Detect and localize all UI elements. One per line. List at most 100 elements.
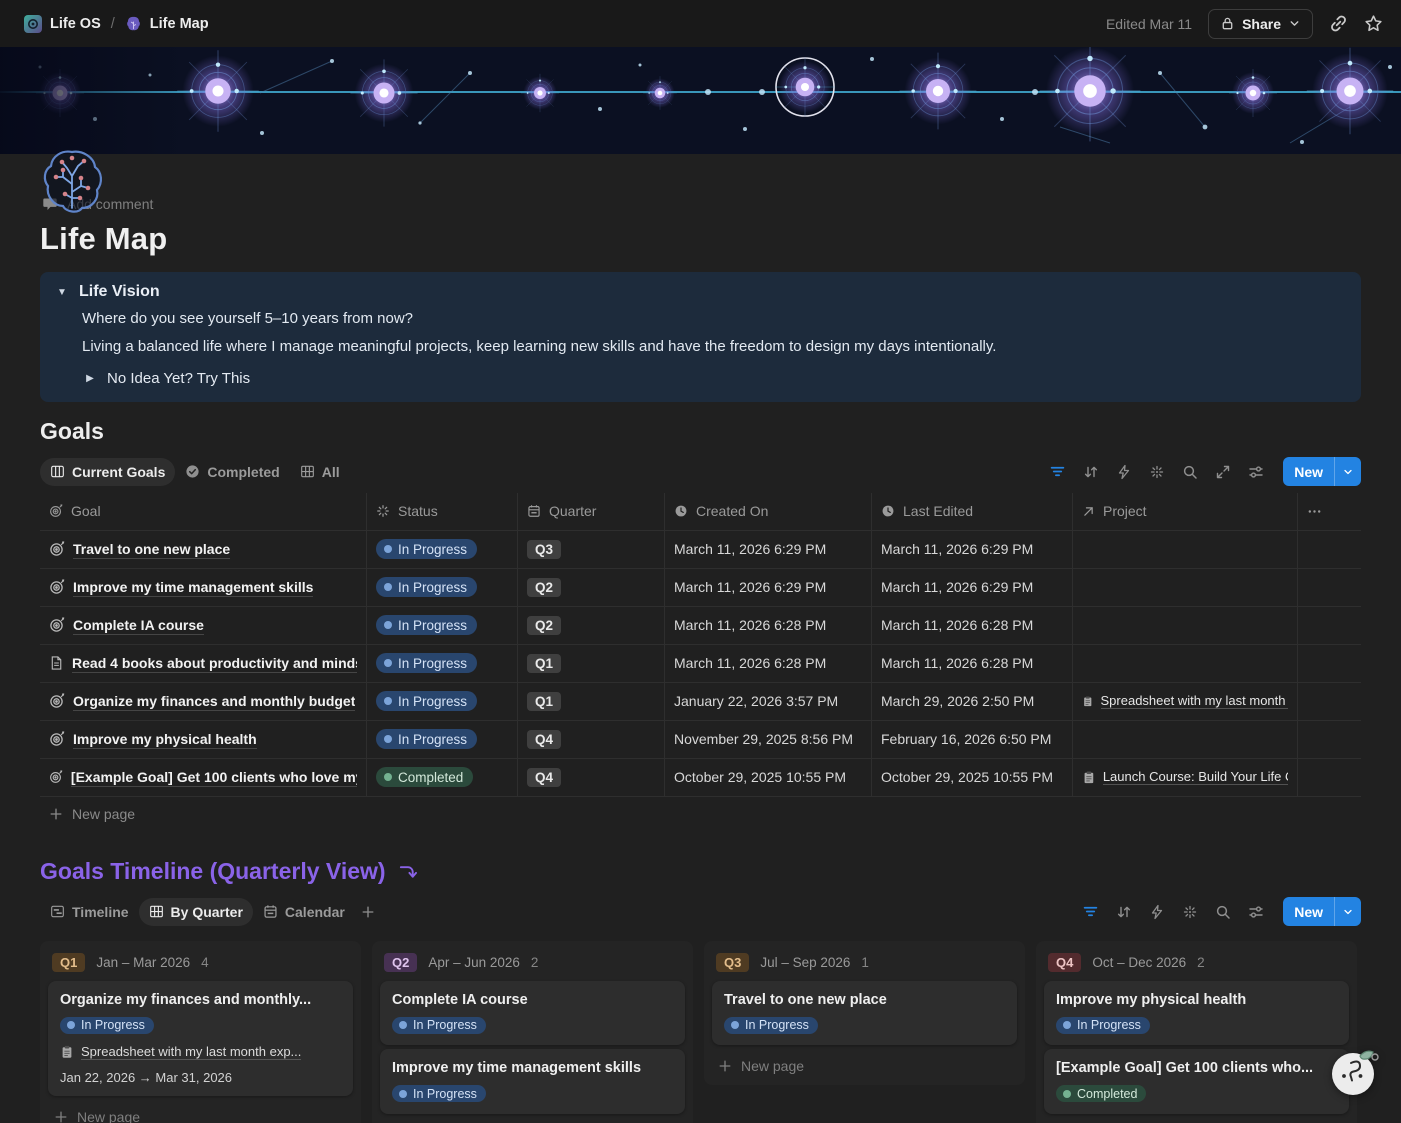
status-badge[interactable]: In Progress (392, 1017, 486, 1034)
quarter-tag[interactable]: Q1 (52, 953, 85, 972)
goal-card[interactable]: Improve my physical health In Progress (1044, 981, 1349, 1046)
col-created[interactable]: Created On (696, 503, 768, 519)
quarter-badge[interactable]: Q2 (527, 578, 561, 597)
magic-icon[interactable] (1149, 464, 1165, 480)
new-button-dropdown[interactable] (1334, 897, 1361, 926)
life-vision-toggle[interactable]: ▼ Life Vision (56, 283, 1345, 301)
filter-icon[interactable] (1049, 463, 1066, 480)
col-quarter[interactable]: Quarter (549, 503, 596, 519)
project-link[interactable]: Launch Course: Build Your Life OS (1082, 769, 1288, 785)
status-badge[interactable]: In Progress (392, 1085, 486, 1102)
table-row[interactable]: Improve my time management skills In Pro… (40, 569, 1361, 607)
tab-completed[interactable]: Completed (175, 458, 289, 486)
project-link[interactable]: Spreadsheet with my last month expenses (1082, 693, 1288, 709)
goal-title[interactable]: Travel to one new place (73, 540, 230, 559)
quarter-badge[interactable]: Q1 (527, 692, 561, 711)
status-badge[interactable]: Completed (376, 767, 473, 787)
quarter-tag[interactable]: Q3 (716, 953, 749, 972)
share-button[interactable]: Share (1208, 9, 1313, 39)
page-brain-icon[interactable] (36, 146, 108, 218)
quarter-badge[interactable]: Q3 (527, 540, 561, 559)
status-badge[interactable]: In Progress (376, 577, 477, 597)
no-idea-toggle[interactable]: ▶ No Idea Yet? Try This (84, 370, 1345, 387)
column-new-page-button[interactable]: New page (378, 1118, 687, 1123)
add-comment-button[interactable]: Add comment (42, 196, 1361, 212)
card-count: 2 (531, 955, 539, 970)
quarter-tag[interactable]: Q4 (1048, 953, 1081, 972)
quarter-badge[interactable]: Q4 (527, 730, 561, 749)
table-row[interactable]: Complete IA course In Progress Q2 March … (40, 607, 1361, 645)
status-badge[interactable]: In Progress (376, 615, 477, 635)
goal-card[interactable]: Improve my time management skills In Pro… (380, 1049, 685, 1114)
quarter-badge[interactable]: Q1 (527, 654, 561, 673)
search-icon[interactable] (1215, 904, 1231, 920)
status-badge[interactable]: In Progress (376, 653, 477, 673)
goal-title[interactable]: Complete IA course (73, 616, 204, 635)
tab-all[interactable]: All (290, 458, 350, 486)
toggle-open-icon[interactable]: ▼ (56, 287, 68, 298)
table-row[interactable]: Organize my finances and monthly budget … (40, 683, 1361, 721)
filter-icon[interactable] (1082, 903, 1099, 920)
quarter-tag[interactable]: Q2 (384, 953, 417, 972)
status-badge[interactable]: In Progress (376, 729, 477, 749)
col-status[interactable]: Status (398, 503, 438, 519)
breadcrumb-life-map[interactable]: Life Map (119, 11, 215, 36)
table-row[interactable]: Travel to one new place In Progress Q3 M… (40, 531, 1361, 569)
col-edited[interactable]: Last Edited (903, 503, 973, 519)
goal-card[interactable]: Organize my finances and monthly... In P… (48, 981, 353, 1097)
goal-card[interactable]: [Example Goal] Get 100 clients who... Co… (1044, 1049, 1349, 1114)
sliders-icon[interactable] (1248, 464, 1264, 480)
goal-title[interactable]: [Example Goal] Get 100 clients who love … (71, 768, 357, 787)
favorite-star-icon[interactable] (1364, 14, 1383, 33)
tab-current-goals[interactable]: Current Goals (40, 458, 175, 486)
bolt-icon[interactable] (1116, 464, 1132, 480)
new-button[interactable]: New (1283, 897, 1361, 926)
column-new-page-button[interactable]: New page (46, 1100, 355, 1123)
table-row[interactable]: Improve my physical health In Progress Q… (40, 721, 1361, 759)
column-new-page-button[interactable]: New page (1042, 1118, 1351, 1123)
timeline-heading[interactable]: Goals Timeline (Quarterly View) (40, 858, 1361, 885)
page-title[interactable]: Life Map (40, 221, 1361, 257)
status-badge[interactable]: In Progress (724, 1017, 818, 1034)
goal-title[interactable]: Organize my finances and monthly budget (73, 692, 355, 711)
sort-icon[interactable] (1083, 464, 1099, 480)
quarter-badge[interactable]: Q2 (527, 616, 561, 635)
goal-title[interactable]: Improve my physical health (73, 730, 257, 749)
goal-title[interactable]: Improve my time management skills (73, 578, 313, 597)
status-badge[interactable]: In Progress (376, 539, 477, 559)
table-new-page-button[interactable]: New page (40, 797, 1361, 832)
goals-table: Goal Status Quarter Created On Last Edit… (40, 493, 1361, 832)
new-button-dropdown[interactable] (1334, 457, 1361, 486)
search-icon[interactable] (1182, 464, 1198, 480)
status-badge[interactable]: In Progress (60, 1017, 154, 1034)
add-view-button[interactable] (355, 905, 381, 919)
toggle-closed-icon[interactable]: ▶ (84, 373, 96, 384)
status-badge[interactable]: In Progress (376, 691, 477, 711)
copy-link-icon[interactable] (1329, 14, 1348, 33)
sort-icon[interactable] (1116, 904, 1132, 920)
tab-timeline[interactable]: Timeline (40, 898, 139, 926)
sliders-icon[interactable] (1248, 904, 1264, 920)
breadcrumb-life-os[interactable]: Life OS (18, 11, 107, 37)
bolt-icon[interactable] (1149, 904, 1165, 920)
ellipsis-icon[interactable] (1307, 504, 1322, 519)
vision-answer[interactable]: Living a balanced life where I manage me… (82, 336, 1345, 357)
goal-title[interactable]: Read 4 books about productivity and mind… (72, 654, 357, 673)
tab-calendar[interactable]: Calendar (253, 898, 355, 926)
goal-card[interactable]: Travel to one new place In Progress (712, 981, 1017, 1046)
status-badge[interactable]: Completed (1056, 1085, 1146, 1102)
table-row[interactable]: Read 4 books about productivity and mind… (40, 645, 1361, 683)
new-button[interactable]: New (1283, 457, 1361, 486)
column-new-page-button[interactable]: New page (710, 1049, 1019, 1077)
goal-card[interactable]: Complete IA course In Progress (380, 981, 685, 1046)
table-row[interactable]: [Example Goal] Get 100 clients who love … (40, 759, 1361, 797)
quarter-badge[interactable]: Q4 (527, 768, 561, 787)
col-goal[interactable]: Goal (71, 503, 101, 519)
expand-icon[interactable] (1215, 464, 1231, 480)
col-project[interactable]: Project (1103, 503, 1147, 519)
project-link[interactable]: Spreadsheet with my last month exp... (60, 1044, 341, 1060)
goals-views-bar: Current Goals Completed All New (40, 453, 1361, 491)
tab-by-quarter[interactable]: By Quarter (139, 898, 253, 926)
magic-icon[interactable] (1182, 904, 1198, 920)
status-badge[interactable]: In Progress (1056, 1017, 1150, 1034)
